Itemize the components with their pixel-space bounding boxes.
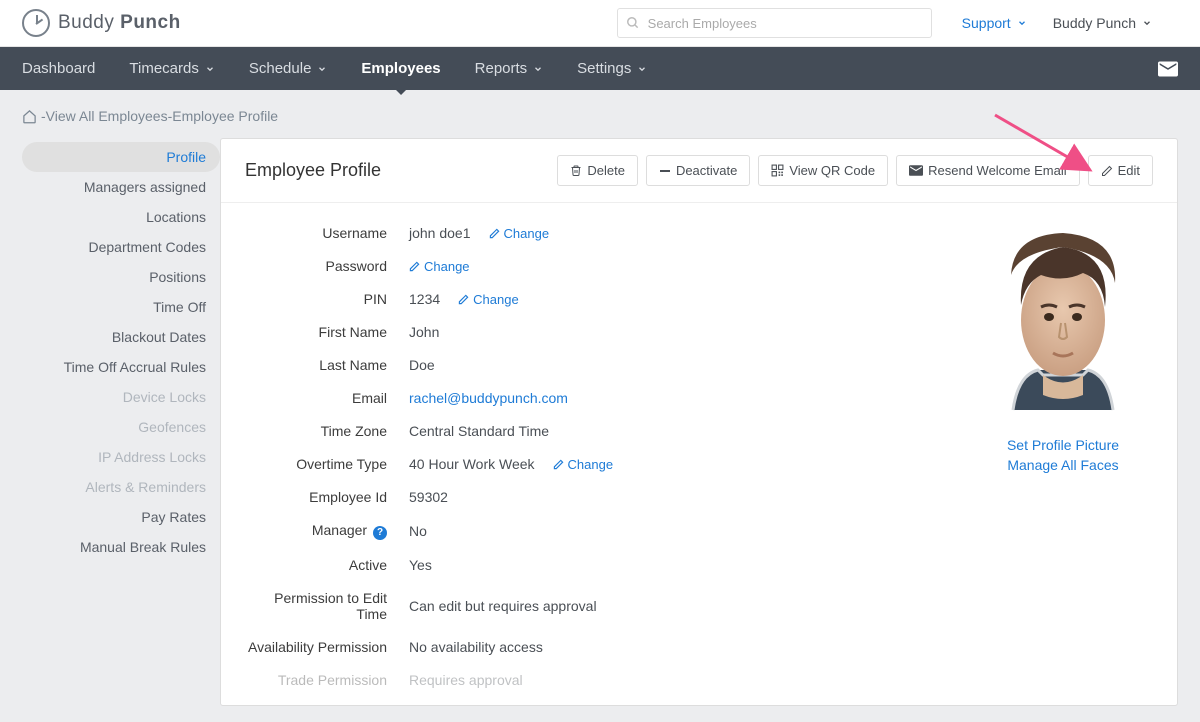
breadcrumb: - View All Employees - Employee Profile: [0, 90, 1200, 138]
nav-mail-icon[interactable]: [1158, 61, 1178, 77]
chevron-down-icon: [317, 64, 327, 74]
sidebar: Profile Managers assigned Locations Depa…: [22, 138, 220, 706]
field-time-zone: Time Zone Central Standard Time: [245, 423, 953, 439]
sidebar-item-pay-rates[interactable]: Pay Rates: [22, 502, 220, 532]
qr-icon: [771, 164, 784, 177]
sidebar-item-managers[interactable]: Managers assigned: [22, 172, 220, 202]
change-username-link[interactable]: Change: [489, 226, 550, 241]
clock-icon: [22, 9, 50, 37]
availability-value: No availability access: [409, 639, 543, 655]
manage-faces-link[interactable]: Manage All Faces: [973, 457, 1153, 473]
manager-value: No: [409, 523, 427, 539]
pencil-icon: [1101, 165, 1113, 177]
main-header: Employee Profile Delete Deactivate View …: [221, 139, 1177, 203]
pin-value: 1234: [409, 291, 440, 307]
view-qr-button[interactable]: View QR Code: [758, 155, 888, 186]
field-trade: Trade Permission Requires approval: [245, 672, 953, 688]
field-availability: Availability Permission No availability …: [245, 639, 953, 655]
permission-edit-value: Can edit but requires approval: [409, 598, 597, 614]
main-panel: Employee Profile Delete Deactivate View …: [220, 138, 1178, 706]
sidebar-item-time-off[interactable]: Time Off: [22, 292, 220, 322]
pencil-icon: [409, 261, 420, 272]
field-active: Active Yes: [245, 557, 953, 573]
pencil-icon: [458, 294, 469, 305]
time-zone-value: Central Standard Time: [409, 423, 549, 439]
user-menu[interactable]: Buddy Punch: [1053, 15, 1152, 31]
field-overtime: Overtime Type 40 Hour Work Week Change: [245, 456, 953, 472]
sidebar-item-accrual-rules[interactable]: Time Off Accrual Rules: [22, 352, 220, 382]
pencil-icon: [553, 459, 564, 470]
change-pin-link[interactable]: Change: [458, 292, 519, 307]
search-wrap: [617, 8, 932, 38]
sidebar-item-break-rules[interactable]: Manual Break Rules: [22, 532, 220, 562]
nav-reports[interactable]: Reports: [475, 60, 544, 77]
nav-settings[interactable]: Settings: [577, 60, 647, 77]
nav-employees[interactable]: Employees: [361, 60, 440, 77]
sidebar-item-locations[interactable]: Locations: [22, 202, 220, 232]
sidebar-item-department-codes[interactable]: Department Codes: [22, 232, 220, 262]
sidebar-item-profile[interactable]: Profile: [22, 142, 220, 172]
nav-schedule[interactable]: Schedule: [249, 60, 328, 77]
change-overtime-link[interactable]: Change: [553, 457, 614, 472]
last-name-value: Doe: [409, 357, 435, 373]
chevron-down-icon: [205, 64, 215, 74]
support-link[interactable]: Support: [962, 15, 1027, 31]
trash-icon: [570, 164, 582, 177]
search-icon: [626, 16, 640, 30]
nav-dashboard[interactable]: Dashboard: [22, 60, 95, 77]
edit-button[interactable]: Edit: [1088, 155, 1153, 186]
resend-welcome-button[interactable]: Resend Welcome Email: [896, 155, 1079, 186]
email-link[interactable]: rachel@buddypunch.com: [409, 390, 568, 406]
navbar: Dashboard Timecards Schedule Employees R…: [0, 47, 1200, 90]
first-name-value: John: [409, 324, 439, 340]
logo[interactable]: Buddy Punch: [22, 9, 181, 37]
avatar: [983, 225, 1143, 425]
nav-timecards[interactable]: Timecards: [129, 60, 214, 77]
sidebar-item-positions[interactable]: Positions: [22, 262, 220, 292]
photo-column: Set Profile Picture Manage All Faces: [953, 225, 1153, 705]
employee-id-value: 59302: [409, 489, 448, 505]
sidebar-item-device-locks[interactable]: Device Locks: [22, 382, 220, 412]
active-value: Yes: [409, 557, 432, 573]
sidebar-item-geofences[interactable]: Geofences: [22, 412, 220, 442]
breadcrumb-current: Employee Profile: [172, 108, 278, 124]
chevron-down-icon: [533, 64, 543, 74]
field-last-name: Last Name Doe: [245, 357, 953, 373]
help-icon[interactable]: ?: [373, 526, 387, 540]
sidebar-item-ip-locks[interactable]: IP Address Locks: [22, 442, 220, 472]
field-pin: PIN 1234 Change: [245, 291, 953, 307]
breadcrumb-all-employees[interactable]: View All Employees: [46, 108, 168, 124]
trade-value: Requires approval: [409, 672, 523, 688]
profile-fields: Username john doe1 Change Password Chang…: [245, 225, 953, 705]
field-first-name: First Name John: [245, 324, 953, 340]
pencil-icon: [489, 228, 500, 239]
chevron-down-icon: [1017, 18, 1027, 28]
delete-button[interactable]: Delete: [557, 155, 638, 186]
topbar: Buddy Punch Support Buddy Punch: [0, 0, 1200, 47]
field-email: Email rachel@buddypunch.com: [245, 390, 953, 406]
sidebar-item-alerts[interactable]: Alerts & Reminders: [22, 472, 220, 502]
field-permission-edit: Permission to Edit Time Can edit but req…: [245, 590, 953, 622]
brand-text: Buddy Punch: [58, 12, 181, 34]
overtime-value: 40 Hour Work Week: [409, 456, 535, 472]
page-title: Employee Profile: [245, 160, 381, 181]
field-password: Password Change: [245, 258, 953, 274]
field-employee-id: Employee Id 59302: [245, 489, 953, 505]
change-password-link[interactable]: Change: [409, 259, 470, 274]
minus-icon: [659, 169, 671, 173]
home-icon[interactable]: [22, 109, 37, 124]
set-profile-picture-link[interactable]: Set Profile Picture: [973, 437, 1153, 453]
envelope-icon: [909, 165, 923, 176]
chevron-down-icon: [1142, 18, 1152, 28]
field-manager: Manager ? No: [245, 522, 953, 540]
username-value: john doe1: [409, 225, 471, 241]
chevron-down-icon: [637, 64, 647, 74]
search-input[interactable]: [617, 8, 932, 38]
field-username: Username john doe1 Change: [245, 225, 953, 241]
deactivate-button[interactable]: Deactivate: [646, 155, 750, 186]
sidebar-item-blackout-dates[interactable]: Blackout Dates: [22, 322, 220, 352]
